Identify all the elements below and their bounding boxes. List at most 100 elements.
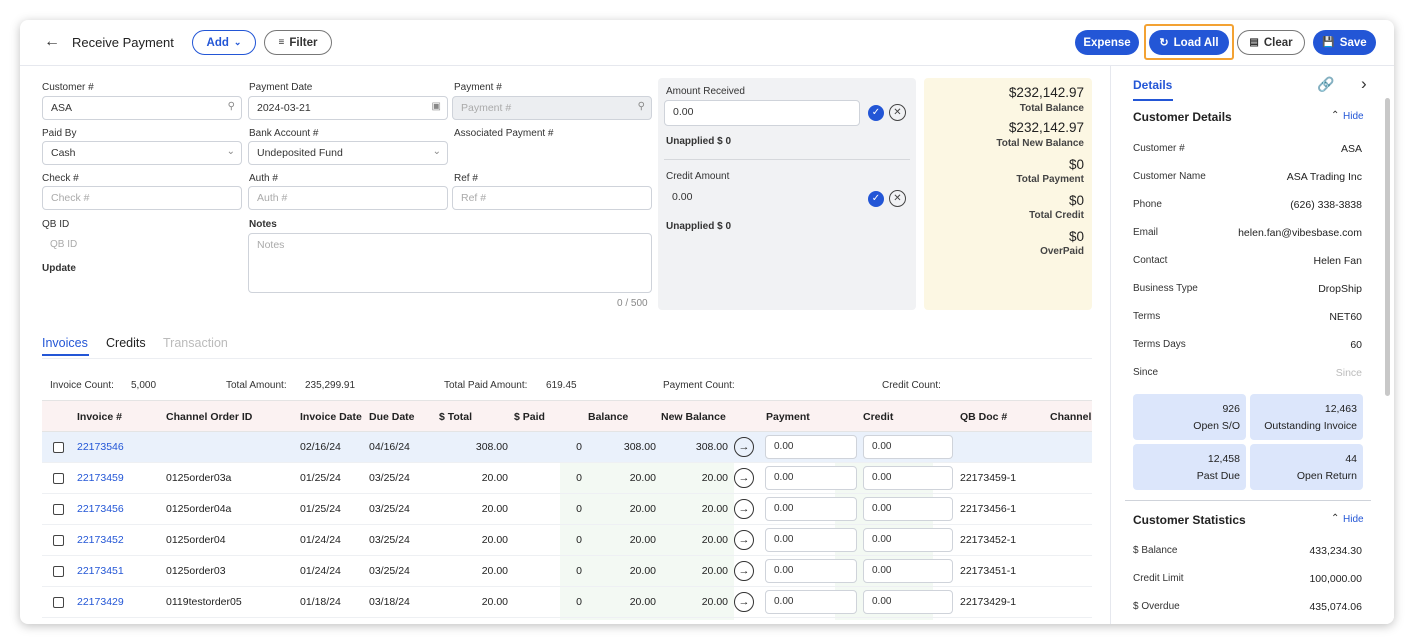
col-channel-order[interactable]: Channel Order ID xyxy=(166,411,252,423)
table-row[interactable]: 22173452 0125order04 01/24/24 03/25/24 2… xyxy=(42,525,1092,556)
add-button[interactable]: Add ⌄ xyxy=(192,30,256,55)
credit-input[interactable]: 0.00 xyxy=(863,497,953,521)
table-row[interactable]: 22173459 0125order03a 01/25/24 03/25/24 … xyxy=(42,463,1092,494)
col-balance[interactable]: Balance xyxy=(588,411,628,423)
details-scrollbar[interactable] xyxy=(1385,98,1390,396)
table-row[interactable]: 22173451 0125order03 01/24/24 03/25/24 2… xyxy=(42,556,1092,587)
payment-no-label: Payment # xyxy=(454,82,502,93)
search-icon[interactable]: ⚲ xyxy=(228,101,235,112)
add-button-label: Add xyxy=(206,36,229,49)
tab-credits[interactable]: Credits xyxy=(106,336,146,350)
check-input[interactable]: Check # xyxy=(42,186,242,210)
cancel-x-icon[interactable]: ✕ xyxy=(889,104,906,121)
stat-card-past-due[interactable]: 12,458 Past Due xyxy=(1133,444,1246,490)
payment-input[interactable]: 0.00 xyxy=(765,466,857,490)
notes-textarea[interactable]: Notes xyxy=(248,233,652,293)
auth-input[interactable]: Auth # xyxy=(248,186,448,210)
refresh-icon: ↻ xyxy=(1159,37,1169,49)
details-panel: Details 🔗 › Customer Details ⌃ Hide Cust… xyxy=(1110,66,1394,624)
total: 20.00 xyxy=(481,596,508,608)
credit-input[interactable]: 0.00 xyxy=(863,435,953,459)
col-paid[interactable]: $ Paid xyxy=(514,411,545,423)
hide-statistics-link[interactable]: Hide xyxy=(1343,514,1364,525)
payment-date-input[interactable]: 2024-03-21 ▣ xyxy=(248,96,448,120)
payment-no-placeholder: Payment # xyxy=(461,102,512,114)
invoice-link[interactable]: 22173452 xyxy=(77,534,124,546)
tab-details[interactable]: Details xyxy=(1133,78,1172,92)
row-checkbox[interactable] xyxy=(53,442,64,453)
amount-received-input[interactable]: 0.00 xyxy=(664,100,860,126)
credit-input[interactable]: 0.00 xyxy=(863,559,953,583)
stat-card-open-so[interactable]: 926 Open S/O xyxy=(1133,394,1246,440)
invoice-link[interactable]: 22173429 xyxy=(77,596,124,608)
credit-input[interactable]: 0.00 xyxy=(863,466,953,490)
row-checkbox[interactable] xyxy=(53,535,64,546)
chevron-up-icon[interactable]: ⌃ xyxy=(1331,110,1339,121)
calendar-icon[interactable]: ▣ xyxy=(432,101,441,112)
stat-card-open-return[interactable]: 44 Open Return xyxy=(1250,444,1363,490)
apply-arrow-icon[interactable]: → xyxy=(734,468,754,488)
col-invoice[interactable]: Invoice # xyxy=(77,411,122,423)
update-link[interactable]: Update xyxy=(42,263,76,274)
apply-arrow-icon[interactable]: → xyxy=(734,499,754,519)
credit-input[interactable]: 0.00 xyxy=(863,528,953,552)
col-due-date[interactable]: Due Date xyxy=(369,411,415,423)
credit-input[interactable]: 0.00 xyxy=(863,590,953,614)
credit-amount-input[interactable]: 0.00 xyxy=(664,186,860,210)
confirm-check-icon[interactable]: ✓ xyxy=(868,105,884,121)
due-date: 04/16/24 xyxy=(369,441,410,453)
col-payment[interactable]: Payment xyxy=(766,411,810,423)
apply-arrow-icon[interactable]: → xyxy=(734,592,754,612)
invoice-link[interactable]: 22173456 xyxy=(77,503,124,515)
row-checkbox[interactable] xyxy=(53,504,64,515)
clear-button[interactable]: ▤ Clear xyxy=(1237,30,1305,55)
paid: 0 xyxy=(576,472,582,484)
hide-details-link[interactable]: Hide xyxy=(1343,111,1364,122)
invoice-date: 02/16/24 xyxy=(300,441,341,453)
col-new-balance[interactable]: New Balance xyxy=(661,411,726,423)
bank-account-select[interactable]: Undeposited Fund ⌄ xyxy=(248,141,448,165)
invoice-link[interactable]: 22173451 xyxy=(77,565,124,577)
apply-arrow-icon[interactable]: → xyxy=(734,530,754,550)
filter-button[interactable]: ≡ Filter xyxy=(264,30,332,55)
col-channel[interactable]: Channel xyxy=(1050,411,1091,423)
row-checkbox[interactable] xyxy=(53,597,64,608)
divider xyxy=(664,159,910,160)
col-qb-doc[interactable]: QB Doc # xyxy=(960,411,1007,423)
detail-label: Terms Days xyxy=(1133,339,1186,350)
col-invoice-date[interactable]: Invoice Date xyxy=(300,411,362,423)
col-credit[interactable]: Credit xyxy=(863,411,893,423)
paid-by-select[interactable]: Cash ⌄ xyxy=(42,141,242,165)
customer-input[interactable]: ASA ⚲ xyxy=(42,96,242,120)
expense-button[interactable]: Expense xyxy=(1075,30,1139,55)
clear-button-label: Clear xyxy=(1263,36,1293,49)
tab-invoices[interactable]: Invoices xyxy=(42,336,88,350)
table-row[interactable]: 22173429 0119testorder05 01/18/24 03/18/… xyxy=(42,587,1092,618)
stat-card-outstanding-invoice[interactable]: 12,463 Outstanding Invoice xyxy=(1250,394,1363,440)
cancel-x-icon[interactable]: ✕ xyxy=(889,190,906,207)
chevron-right-icon[interactable]: › xyxy=(1361,74,1367,94)
stat-value: 435,074.06 xyxy=(1309,601,1362,613)
payment-input[interactable]: 0.00 xyxy=(765,435,857,459)
ref-input[interactable]: Ref # xyxy=(452,186,652,210)
row-checkbox[interactable] xyxy=(53,473,64,484)
invoice-link[interactable]: 22173459 xyxy=(77,472,124,484)
table-row[interactable]: 22173456 0125order04a 01/25/24 03/25/24 … xyxy=(42,494,1092,525)
payment-input[interactable]: 0.00 xyxy=(765,559,857,583)
load-all-button[interactable]: ↻ Load All xyxy=(1149,30,1229,55)
auth-placeholder: Auth # xyxy=(257,192,288,204)
row-checkbox[interactable] xyxy=(53,566,64,577)
link-icon[interactable]: 🔗 xyxy=(1317,76,1334,93)
confirm-check-icon[interactable]: ✓ xyxy=(868,191,884,207)
payment-input[interactable]: 0.00 xyxy=(765,528,857,552)
apply-arrow-icon[interactable]: → xyxy=(734,561,754,581)
back-arrow-icon[interactable]: ← xyxy=(44,33,60,51)
apply-arrow-icon[interactable]: → xyxy=(734,437,754,457)
col-total[interactable]: $ Total xyxy=(439,411,472,423)
payment-input[interactable]: 0.00 xyxy=(765,590,857,614)
chevron-up-icon[interactable]: ⌃ xyxy=(1331,513,1339,524)
invoice-link[interactable]: 22173546 xyxy=(77,441,124,453)
table-row[interactable]: 22173546 02/16/24 04/16/24 308.00 0 308.… xyxy=(42,432,1092,463)
save-button[interactable]: 💾 Save xyxy=(1313,30,1376,55)
payment-input[interactable]: 0.00 xyxy=(765,497,857,521)
